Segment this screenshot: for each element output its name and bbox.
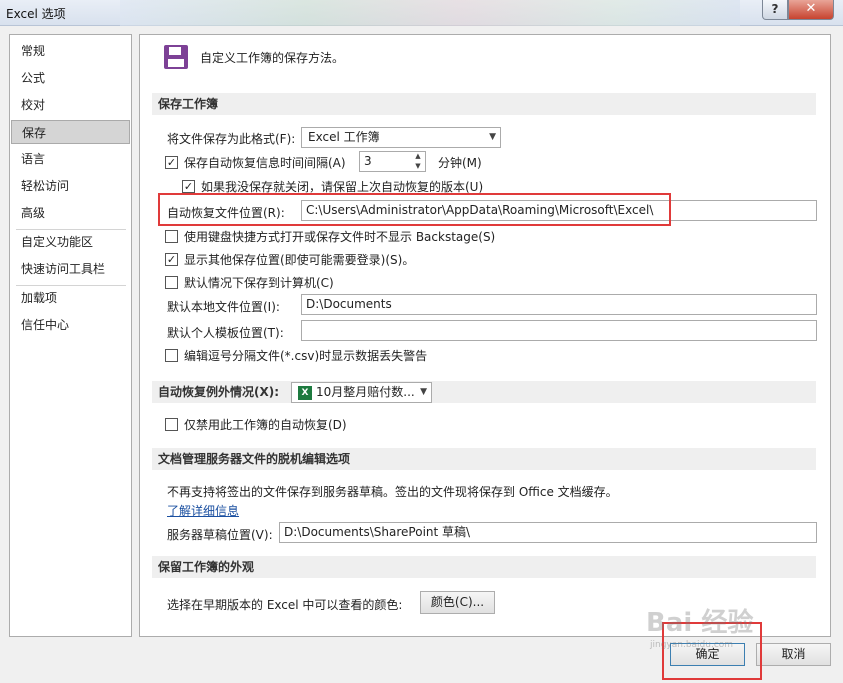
drafts-location-label: 服务器草稿位置(V):	[167, 528, 273, 542]
nav-item-formulas[interactable]: 公式	[11, 66, 130, 90]
csv-warning-checkbox[interactable]	[165, 349, 178, 362]
nav-item-customize-ribbon[interactable]: 自定义功能区	[11, 230, 130, 254]
nav-item-advanced[interactable]: 高级	[11, 201, 130, 225]
content-panel: 自定义工作簿的保存方法。 保存工作簿 将文件保存为此格式(F): Excel 工…	[139, 34, 831, 637]
nav-item-language[interactable]: 语言	[11, 147, 130, 171]
learn-more-link[interactable]: 了解详细信息	[167, 502, 239, 519]
section-preserve-appearance: 保留工作簿的外观	[152, 556, 816, 578]
disable-autorecover-checkbox[interactable]	[165, 418, 178, 431]
nav-item-save[interactable]: 保存	[11, 120, 130, 144]
nav-item-addins[interactable]: 加载项	[11, 286, 130, 310]
chevron-down-icon: ▼	[420, 387, 427, 397]
exceptions-workbook-dropdown[interactable]: X 10月整月赔付数... ▼	[291, 382, 432, 403]
show-other-row[interactable]: ✓ 显示其他保存位置(即使可能需要登录)(S)。	[165, 251, 414, 268]
chevron-down-icon: ▼	[489, 132, 496, 142]
offline-info-text: 不再支持将签出的文件保存到服务器草稿。签出的文件现将保存到 Office 文档缓…	[167, 485, 618, 499]
title-bar: Excel 选项 ? ✕	[0, 0, 843, 26]
nav-item-quick-access[interactable]: 快速访问工具栏	[11, 257, 130, 281]
template-location-input[interactable]	[301, 320, 817, 341]
template-location-label: 默认个人模板位置(T):	[167, 326, 284, 340]
nav-item-proofing[interactable]: 校对	[11, 93, 130, 117]
save-icon	[164, 45, 188, 69]
keep-last-checkbox[interactable]: ✓	[182, 180, 195, 193]
save-to-computer-label: 默认情况下保存到计算机(C)	[184, 276, 334, 290]
format-value: Excel 工作簿	[308, 130, 380, 144]
nav-item-trust-center[interactable]: 信任中心	[11, 313, 130, 337]
show-other-checkbox[interactable]: ✓	[165, 253, 178, 266]
autorecover-minutes-stepper[interactable]: 3 ▲ ▼	[359, 151, 426, 172]
exceptions-workbook-value: 10月整月赔付数...	[316, 385, 415, 399]
no-backstage-label: 使用键盘快捷方式打开或保存文件时不显示 Backstage(S)	[184, 230, 496, 244]
nav-item-general[interactable]: 常规	[11, 39, 130, 63]
show-other-label: 显示其他保存位置(即使可能需要登录)(S)。	[184, 253, 415, 267]
nav-item-accessibility[interactable]: 轻松访问	[11, 174, 130, 198]
csv-warning-label: 编辑逗号分隔文件(*.csv)时显示数据丢失警告	[184, 349, 428, 363]
disable-autorecover-row[interactable]: 仅禁用此工作簿的自动恢复(D)	[165, 416, 347, 433]
exceptions-title: 自动恢复例外情况(X):	[158, 385, 280, 399]
format-label: 将文件保存为此格式(F):	[167, 132, 296, 146]
autorecover-row[interactable]: ✓ 保存自动恢复信息时间间隔(A)	[165, 154, 346, 171]
colors-label: 选择在早期版本的 Excel 中可以查看的颜色:	[167, 598, 403, 612]
help-button[interactable]: ?	[762, 0, 788, 20]
stepper-down-icon[interactable]: ▼	[411, 162, 425, 171]
local-location-input[interactable]: D:\Documents	[301, 294, 817, 315]
page-title: 自定义工作簿的保存方法。	[200, 51, 345, 65]
format-dropdown[interactable]: Excel 工作簿 ▼	[301, 127, 501, 148]
section-autorecover-exceptions: 自动恢复例外情况(X):	[152, 381, 816, 403]
close-button[interactable]: ✕	[788, 0, 834, 20]
window-title: Excel 选项	[6, 7, 66, 21]
stepper-up-icon[interactable]: ▲	[411, 152, 425, 161]
section-offline-editing: 文档管理服务器文件的脱机编辑选项	[152, 448, 816, 470]
watermark-url: jingyan.baidu.com	[650, 640, 734, 650]
minutes-label: 分钟(M)	[438, 156, 482, 170]
background-app-blur	[120, 0, 740, 26]
highlight-box	[158, 193, 671, 226]
autorecover-label: 保存自动恢复信息时间间隔(A)	[184, 156, 346, 170]
drafts-location-input[interactable]: D:\Documents\SharePoint 草稿\	[279, 522, 817, 543]
csv-warning-row[interactable]: 编辑逗号分隔文件(*.csv)时显示数据丢失警告	[165, 347, 427, 364]
local-location-label: 默认本地文件位置(I):	[167, 300, 280, 314]
section-save-workbooks: 保存工作簿	[152, 93, 816, 115]
no-backstage-row[interactable]: 使用键盘快捷方式打开或保存文件时不显示 Backstage(S)	[165, 228, 495, 245]
keep-last-label: 如果我没保存就关闭，请保留上次自动恢复的版本(U)	[201, 180, 484, 194]
autorecover-minutes-value: 3	[364, 154, 372, 168]
no-backstage-checkbox[interactable]	[165, 230, 178, 243]
cancel-button[interactable]: 取消	[756, 643, 831, 666]
save-to-computer-checkbox[interactable]	[165, 276, 178, 289]
save-to-computer-row[interactable]: 默认情况下保存到计算机(C)	[165, 274, 334, 291]
disable-autorecover-label: 仅禁用此工作簿的自动恢复(D)	[184, 418, 347, 432]
colors-button[interactable]: 颜色(C)...	[420, 591, 495, 614]
autorecover-checkbox[interactable]: ✓	[165, 156, 178, 169]
watermark-logo: Bai 经验	[646, 608, 754, 638]
excel-icon: X	[298, 385, 312, 400]
nav-panel: 常规 公式 校对 保存 语言 轻松访问 高级 自定义功能区 快速访问工具栏 加载…	[9, 34, 132, 637]
